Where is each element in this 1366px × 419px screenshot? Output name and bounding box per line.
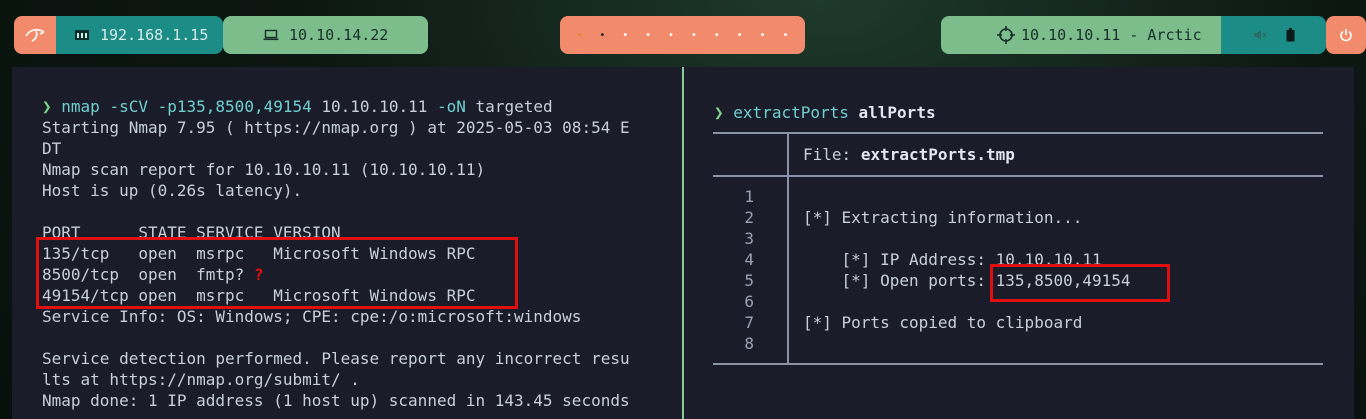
line-number: 4 [744, 250, 754, 269]
command-target: 10.10.10.11 [321, 97, 428, 116]
vpn-ip-indicator: 10.10.14.22 [223, 16, 428, 54]
left-terminal-pane[interactable]: ❯ nmap -sCV -p135,8500,49154 10.10.10.11… [12, 67, 682, 419]
file-content-line: [*] Ports copied to clipboard [803, 313, 1083, 332]
workspace-4[interactable]: • [645, 30, 651, 41]
local-ip-text: 192.168.1.15 [100, 26, 209, 44]
command-args: -sCV -p135,8500,49154 [109, 97, 312, 116]
command-outfile: targeted [475, 97, 553, 116]
workspace-switcher: • • • • • • • • • • [560, 16, 805, 54]
prompt-symbol: ❯ [714, 103, 724, 122]
output-line: Host is up (0.26s latency). [42, 181, 303, 200]
output-line: Service Info: OS: Windows; CPE: cpe:/o:m… [42, 307, 582, 326]
output-line: Nmap scan report for 10.10.10.11 (10.10.… [42, 160, 486, 179]
line-number: 5 [744, 271, 754, 290]
power-button[interactable] [1326, 16, 1366, 54]
vpn-ip-text: 10.10.14.22 [289, 26, 389, 44]
terminal-window: ❯ nmap -sCV -p135,8500,49154 10.10.10.11… [12, 67, 1354, 419]
crosshair-icon [997, 26, 1015, 44]
extractports-command-line: ❯ extractPorts allPorts [714, 102, 936, 123]
laptop-icon [263, 29, 279, 41]
file-label: File: [803, 145, 852, 164]
kali-menu-button[interactable] [14, 16, 56, 54]
command-flag: -oN [437, 97, 466, 116]
workspace-8[interactable]: • [737, 30, 743, 41]
workspace-3[interactable]: • [622, 30, 628, 41]
command-name: nmap [61, 97, 100, 116]
bat-header-rule [713, 175, 1323, 177]
bat-bottom-rule [713, 363, 1323, 365]
output-line: Nmap done: 1 IP address (1 host up) scan… [42, 391, 630, 410]
workspace-7[interactable]: • [714, 30, 720, 41]
workspace-6[interactable]: • [691, 30, 697, 41]
output-line: Service detection performed. Please repo… [42, 349, 630, 368]
workspace-10[interactable]: • [782, 30, 788, 41]
target-text: 10.10.10.11 - Arctic [1021, 26, 1202, 44]
bat-top-rule [713, 132, 1323, 134]
output-line: DT [42, 139, 62, 158]
workspace-5[interactable]: • [668, 30, 674, 41]
ports-highlight-box [36, 237, 518, 309]
line-number: 2 [744, 208, 754, 227]
volume-muted-icon[interactable] [1253, 29, 1267, 41]
nmap-command-line: ❯ nmap -sCV -p135,8500,49154 10.10.10.11… [42, 96, 553, 117]
workspace-1[interactable]: • [576, 30, 582, 41]
line-number: 8 [744, 334, 754, 353]
top-bar: 192.168.1.15 10.10.14.22 • • • • • • • •… [0, 0, 1366, 66]
open-ports-label: [*] Open ports: [803, 271, 996, 290]
local-ip-indicator: 192.168.1.15 [56, 16, 223, 54]
system-status [1221, 16, 1326, 54]
right-terminal-pane[interactable]: ❯ extractPorts allPorts File: extractPor… [684, 67, 1354, 419]
workspace-9[interactable]: • [760, 30, 766, 41]
kali-dragon-icon [25, 28, 45, 42]
file-content-line: [*] Extracting information... [803, 208, 1083, 227]
open-ports-highlight-box [990, 264, 1170, 302]
line-number: 6 [744, 292, 754, 311]
prompt-symbol: ❯ [42, 97, 52, 116]
command-name: extractPorts [733, 103, 849, 122]
target-indicator: 10.10.10.11 - Arctic [941, 16, 1221, 54]
power-icon [1340, 29, 1352, 42]
bat-gutter-rule [787, 132, 789, 364]
line-number: 1 [744, 187, 754, 206]
battery-icon[interactable] [1286, 28, 1295, 42]
line-number: 7 [744, 313, 754, 332]
network-icon [75, 30, 89, 40]
output-line: Starting Nmap 7.95 ( https://nmap.org ) … [42, 118, 630, 137]
file-name: extractPorts.tmp [860, 145, 1015, 164]
output-line: lts at https://nmap.org/submit/ . [42, 370, 360, 389]
file-header: File: extractPorts.tmp [803, 144, 1015, 165]
line-number: 3 [744, 229, 754, 248]
workspace-2[interactable]: • [599, 30, 605, 41]
command-argument: allPorts [858, 103, 936, 122]
